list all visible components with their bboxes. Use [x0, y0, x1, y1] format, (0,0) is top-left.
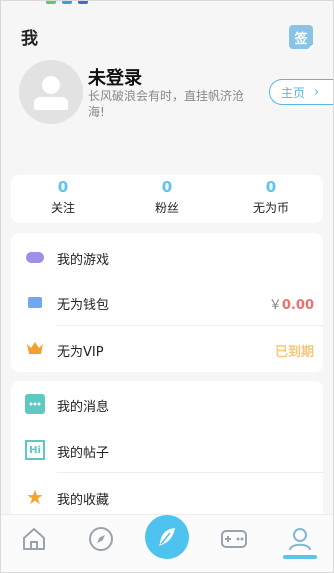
avatar-head-icon: [42, 76, 60, 94]
stat-following[interactable]: 0 关注: [11, 175, 115, 223]
menu-item-wallet[interactable]: 无为钱包 ￥0.00: [11, 280, 323, 324]
stat-label: 关注: [50, 201, 75, 215]
currency-symbol: ￥: [268, 298, 282, 313]
check-in-button[interactable]: 签: [289, 25, 315, 53]
wallet-amount: 0.00: [281, 298, 314, 313]
divider: [57, 472, 323, 473]
stat-coins[interactable]: 0 无为币: [219, 175, 323, 223]
gamepad-icon: [221, 530, 247, 548]
menu-item-messages[interactable]: 我的消息: [11, 382, 323, 426]
menu-item-favorites[interactable]: ★ 我的收藏: [11, 475, 323, 519]
check-in-label: 签: [294, 31, 308, 47]
wallet-balance: ￥0.00: [269, 294, 314, 313]
menu-item-posts[interactable]: Hi 我的帖子: [11, 428, 323, 472]
message-dots-icon: [29, 402, 41, 406]
avatar-body-icon: [34, 97, 68, 110]
stat-value: 0: [57, 178, 69, 196]
stat-followers[interactable]: 0 粉丝: [115, 175, 219, 223]
menu-item-label: 无为钱包: [57, 298, 110, 313]
bottom-tab-bar: [0, 514, 334, 573]
compass-icon: [89, 527, 113, 551]
stats-card: 0 关注 0 粉丝 0 无为币: [11, 175, 323, 223]
feather-icon: [159, 528, 175, 546]
menu-item-label: 我的消息: [57, 400, 110, 415]
menu-card-account: 我的游戏 无为钱包 ￥0.00 无为VIP 已到期: [11, 233, 323, 372]
vip-icon: [25, 339, 45, 359]
vip-crown-icon: [27, 342, 43, 354]
user-bio: 长风破浪会有时，直挂帆济沧海!: [88, 89, 245, 119]
user-name[interactable]: 未登录: [88, 64, 142, 90]
user-icon: [289, 528, 311, 551]
posts-icon: Hi: [25, 440, 45, 460]
vip-status: 已到期: [274, 345, 314, 360]
menu-item-vip[interactable]: 无为VIP 已到期: [11, 327, 323, 371]
profile-screen: 我 签 未登录 长风破浪会有时，直挂帆济沧海! 主页 › 0 关注 0 粉丝 0…: [0, 0, 334, 573]
menu-card-content: 我的消息 Hi 我的帖子 ★ 我的收藏: [11, 381, 323, 521]
chevron-right-icon: ›: [314, 84, 320, 100]
status-bar: [46, 0, 88, 4]
message-icon: [25, 394, 45, 414]
wallet-icon: [28, 297, 42, 308]
tab-home[interactable]: [16, 521, 52, 557]
menu-item-label: 无为VIP: [57, 345, 104, 360]
active-tab-indicator: [283, 555, 317, 559]
gamepad-icon: [26, 252, 44, 263]
menu-item-label: 我的收藏: [57, 493, 110, 508]
menu-item-games[interactable]: 我的游戏: [11, 235, 323, 279]
homepage-label: 主页: [281, 85, 306, 100]
avatar[interactable]: [19, 60, 83, 124]
tab-discover[interactable]: [83, 521, 119, 557]
homepage-button[interactable]: 主页 ›: [269, 79, 333, 105]
stat-label: 粉丝: [154, 201, 179, 215]
divider: [57, 325, 323, 326]
stat-value: 0: [265, 178, 277, 196]
stat-value: 0: [161, 178, 173, 196]
star-icon: ★: [26, 485, 44, 509]
tab-me[interactable]: [282, 521, 318, 557]
tab-publish[interactable]: [145, 515, 189, 559]
home-icon: [23, 528, 45, 550]
menu-item-label: 我的游戏: [57, 253, 110, 268]
page-title: 我: [21, 29, 38, 49]
stat-label: 无为币: [252, 201, 289, 215]
menu-item-label: 我的帖子: [57, 446, 110, 461]
tab-games[interactable]: [216, 521, 252, 557]
